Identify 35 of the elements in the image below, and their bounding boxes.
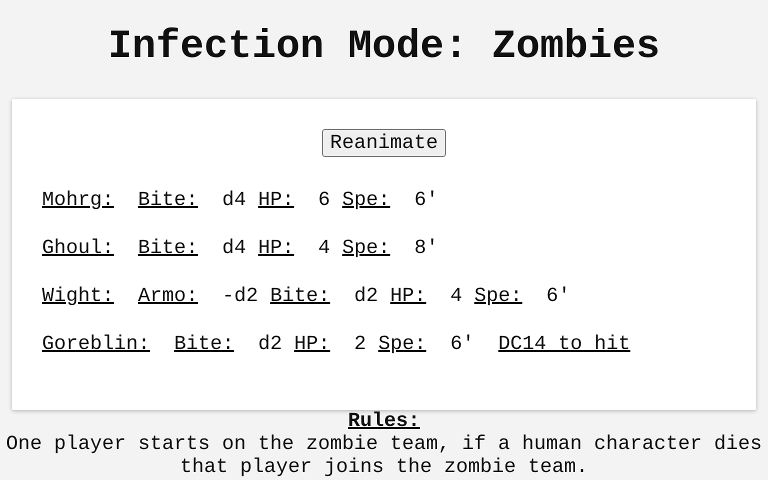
reanimate-button[interactable]: Reanimate bbox=[322, 129, 446, 157]
stat-value: 4 bbox=[450, 285, 462, 308]
stat-label: HP: bbox=[258, 189, 294, 212]
monster-name: Ghoul: bbox=[42, 237, 114, 260]
stat-label: Spe: bbox=[342, 237, 390, 260]
stat-value: -d2 bbox=[222, 285, 258, 308]
stat-label: Spe: bbox=[342, 189, 390, 212]
stat-value: 6 bbox=[318, 189, 330, 212]
stat-value: 8' bbox=[414, 237, 438, 260]
rules-heading: Rules: bbox=[348, 410, 420, 433]
stat-label: Bite: bbox=[138, 189, 198, 212]
stat-label: Bite: bbox=[174, 333, 234, 356]
stat-label: Armo: bbox=[138, 285, 198, 308]
stat-value: d4 bbox=[222, 237, 246, 260]
stat-value: d2 bbox=[258, 333, 282, 356]
stat-label: Bite: bbox=[138, 237, 198, 260]
monster-name: Wight: bbox=[42, 285, 114, 308]
stat-label: HP: bbox=[258, 237, 294, 260]
monster-name: Mohrg: bbox=[42, 189, 114, 212]
monster-name: Goreblin: bbox=[42, 333, 150, 356]
stat-value: d4 bbox=[222, 189, 246, 212]
page-title: Infection Mode: Zombies bbox=[106, 25, 662, 71]
note-text: DC14 to hit bbox=[498, 333, 630, 356]
stat-value: 6' bbox=[546, 285, 570, 308]
rules-text: One player starts on the zombie team, if a human character dies that player joins the zombie team. bbox=[4, 433, 764, 479]
stat-label: HP: bbox=[294, 333, 330, 356]
stat-label: Spe: bbox=[378, 333, 426, 356]
stat-label: Bite: bbox=[270, 285, 330, 308]
stat-label: HP: bbox=[390, 285, 426, 308]
stat-value: 4 bbox=[318, 237, 330, 260]
stat-value: 6' bbox=[450, 333, 474, 356]
stat-label: Spe: bbox=[474, 285, 522, 308]
stat-value: 6' bbox=[414, 189, 438, 212]
stat-value: 2 bbox=[354, 333, 366, 356]
stat-value: d2 bbox=[354, 285, 378, 308]
